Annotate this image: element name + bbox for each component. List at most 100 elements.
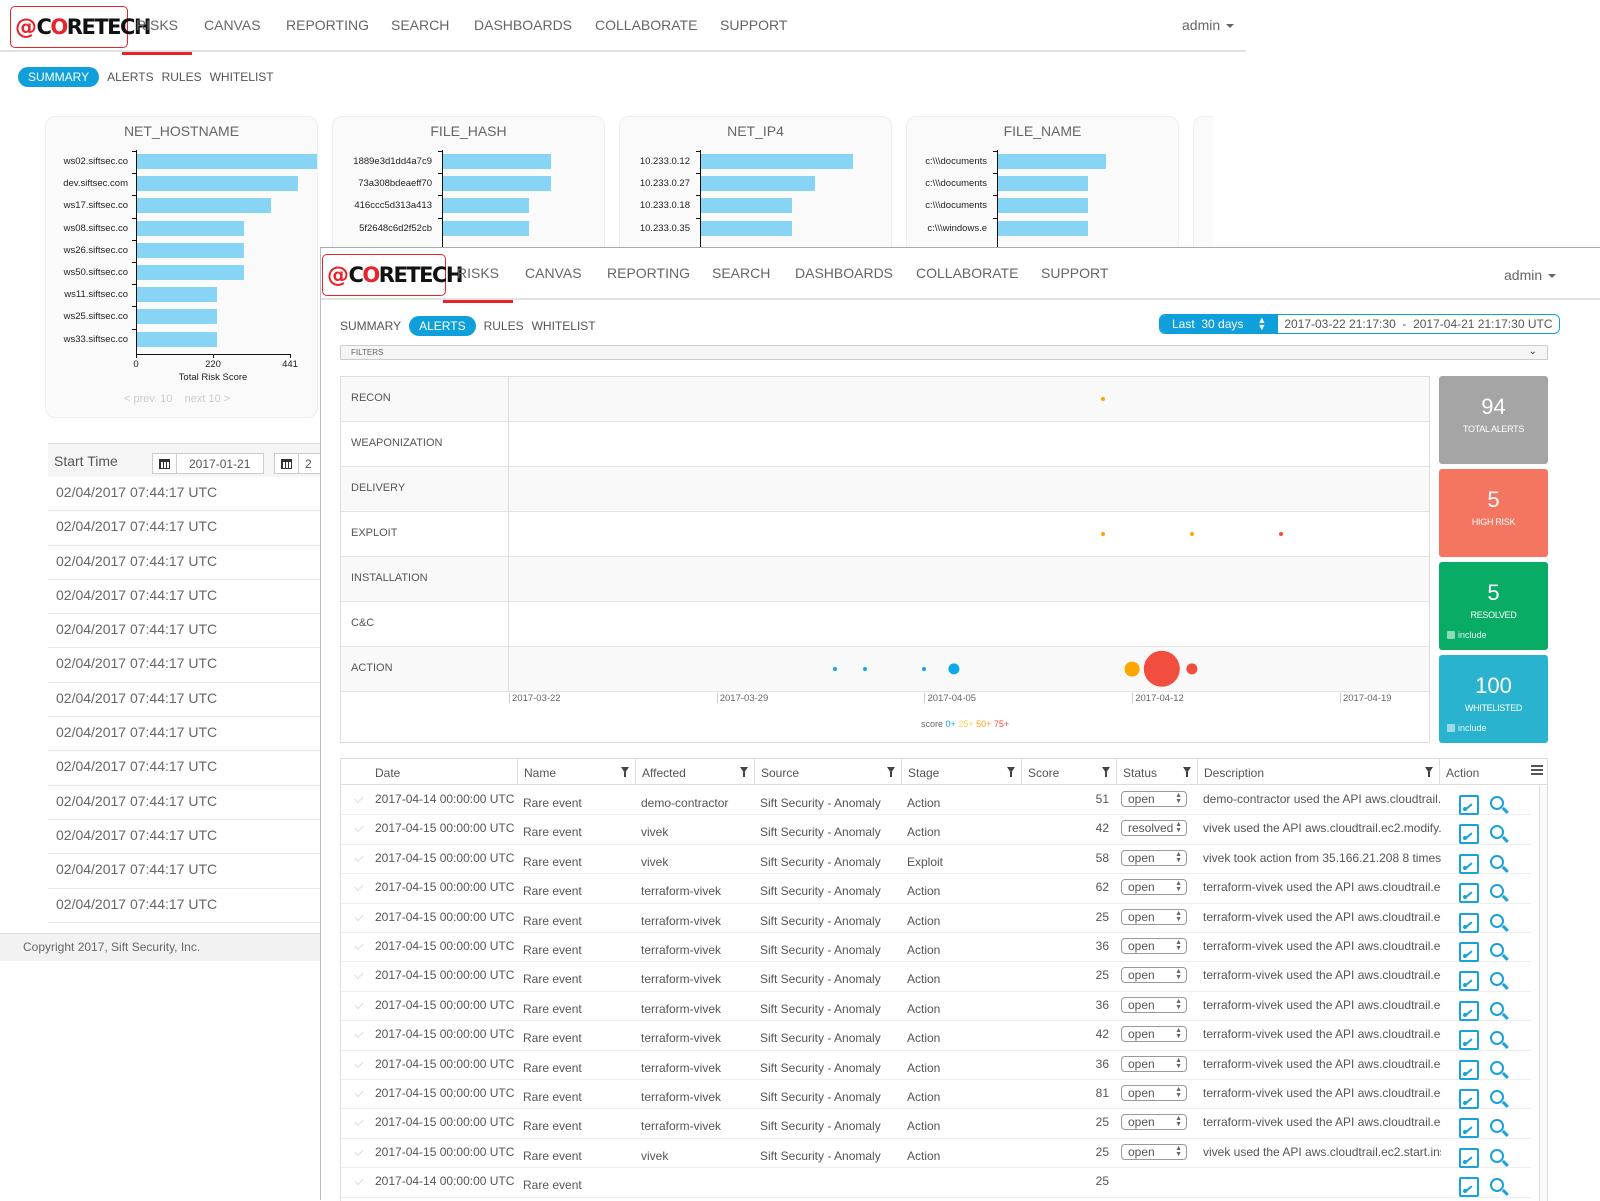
alert-row[interactable]: 2017-04-15 00:00:00 UTC Rare event terrafo… — [341, 962, 1531, 992]
check-icon[interactable] — [354, 1117, 364, 1127]
bar[interactable] — [137, 287, 218, 303]
range-text[interactable]: 2017-03-22 21:17:30 - 2017-04-21 21:17:3… — [1278, 315, 1559, 333]
status-select[interactable]: open ▲ ▼ — [1121, 791, 1187, 807]
alert-row[interactable]: 2017-04-15 00:00:00 UTC Rare event terrafo… — [341, 874, 1531, 904]
check-icon[interactable] — [354, 823, 364, 833]
search-icon[interactable] — [1490, 884, 1504, 899]
alert-row[interactable]: 2017-04-15 00:00:00 UTC Rare event terrafo… — [341, 1109, 1531, 1139]
bar[interactable] — [137, 154, 317, 169]
graph-icon[interactable] — [1459, 1030, 1479, 1051]
alert-row[interactable]: 2017-04-15 00:00:00 UTC Rare event terrafo… — [341, 1051, 1531, 1080]
search-icon[interactable] — [1490, 1090, 1504, 1104]
start-time-row[interactable]: 02/04/2017 07:44:17 UTC — [48, 580, 328, 615]
bar[interactable] — [443, 176, 551, 192]
timeline-point[interactable] — [1278, 532, 1283, 536]
search-icon[interactable] — [1490, 796, 1504, 810]
graph-icon[interactable] — [1459, 853, 1479, 874]
graph-icon[interactable] — [1459, 795, 1479, 815]
graph-icon[interactable] — [1459, 912, 1479, 933]
start-time-row[interactable]: 02/04/2017 07:44:17 UTC — [48, 854, 328, 889]
start-time-row[interactable]: 02/04/2017 07:44:17 UTC — [48, 614, 328, 649]
alert-row[interactable]: 2017-04-14 00:00:00 UTC Rare event demo-co… — [341, 786, 1531, 816]
graph-icon[interactable] — [1459, 824, 1479, 845]
filter-icon[interactable] — [1425, 767, 1433, 777]
start-time-row[interactable]: 02/04/2017 07:44:17 UTC — [48, 648, 328, 683]
alert-row[interactable]: 2017-04-15 00:00:00 UTC Rare event terrafo… — [341, 1080, 1531, 1110]
status-select[interactable]: open ▲ ▼ — [1121, 1055, 1187, 1072]
stat-whitelisted[interactable]: 100 WHITELISTED include — [1439, 655, 1548, 743]
subnav-whitelist[interactable]: WHITELIST — [532, 319, 596, 333]
start-time-row[interactable]: 02/04/2017 07:44:17 UTC — [48, 717, 328, 752]
nav-dashboards[interactable]: DASHBOARDS — [474, 17, 572, 33]
timeline-point[interactable] — [1100, 532, 1105, 536]
bar[interactable] — [998, 220, 1089, 236]
nav-search[interactable]: SEARCH — [712, 265, 770, 281]
include-checkbox[interactable]: include — [1447, 723, 1487, 733]
column-header-action[interactable]: Action — [1439, 759, 1547, 785]
graph-icon[interactable] — [1459, 1118, 1479, 1139]
status-select[interactable]: resolved ▲ ▼ — [1121, 820, 1187, 837]
start-time-row[interactable]: 02/04/2017 07:44:17 UTC — [48, 546, 328, 580]
bar[interactable] — [998, 198, 1089, 214]
check-icon[interactable] — [354, 911, 364, 921]
bar[interactable] — [137, 265, 245, 280]
nav-risks[interactable]: RISKS — [442, 265, 514, 303]
stat-total-alerts[interactable]: 94 TOTAL ALERTS — [1439, 376, 1548, 464]
next-10-link[interactable]: next 10 > — [185, 393, 231, 405]
status-select[interactable]: open ▲ ▼ — [1121, 1143, 1187, 1160]
filter-icon[interactable] — [887, 767, 895, 777]
timeline-point[interactable] — [1189, 532, 1194, 536]
check-icon[interactable] — [354, 999, 364, 1009]
search-icon[interactable] — [1490, 1031, 1504, 1046]
brand-logo[interactable]: @ C O RETECH — [322, 254, 463, 296]
start-time-row[interactable]: 02/04/2017 07:44:17 UTC — [48, 751, 328, 786]
calendar-icon-wrap[interactable] — [275, 454, 299, 473]
graph-icon[interactable] — [1459, 883, 1479, 904]
status-select[interactable]: open ▲ ▼ — [1121, 996, 1187, 1013]
column-header-source[interactable]: Source — [754, 759, 901, 785]
bar[interactable] — [701, 220, 793, 236]
timeline-point[interactable] — [1124, 661, 1140, 677]
nav-canvas[interactable]: CANVAS — [525, 265, 582, 281]
start-time-row[interactable]: 02/04/2017 07:44:17 UTC — [48, 477, 328, 512]
graph-icon[interactable] — [1459, 1059, 1479, 1080]
nav-reporting[interactable]: REPORTING — [286, 17, 369, 33]
graph-icon[interactable] — [1459, 1000, 1479, 1021]
subnav-summary[interactable]: SUMMARY — [340, 319, 401, 333]
check-icon[interactable] — [354, 940, 364, 951]
start-time-row[interactable]: 02/04/2017 07:44:17 UTC — [48, 820, 328, 855]
status-select[interactable]: open ▲ ▼ — [1121, 849, 1187, 866]
status-select[interactable]: open ▲ ▼ — [1121, 1085, 1187, 1101]
bar[interactable] — [137, 331, 218, 347]
subnav-rules[interactable]: RULES — [162, 70, 202, 84]
subnav-alerts[interactable]: ALERTS — [107, 70, 153, 84]
bar[interactable] — [998, 154, 1106, 169]
alert-row[interactable]: 2017-04-15 00:00:00 UTC Rare event vivek Si… — [341, 845, 1531, 875]
stat-resolved[interactable]: 5 RESOLVED include — [1439, 562, 1548, 650]
search-icon[interactable] — [1490, 1001, 1504, 1016]
bar[interactable] — [701, 176, 815, 192]
column-header-name[interactable]: Name — [517, 759, 635, 785]
subnav-alerts[interactable]: ALERTS — [409, 316, 476, 336]
range-preset-select[interactable]: Last 30 days ▲ ▼ — [1160, 315, 1279, 333]
nav-support[interactable]: SUPPORT — [720, 17, 787, 33]
alert-row[interactable]: 2017-04-15 00:00:00 UTC Rare event vivek Si… — [341, 1139, 1531, 1169]
bar[interactable] — [701, 198, 793, 214]
graph-icon[interactable] — [1459, 1147, 1479, 1168]
graph-icon[interactable] — [1459, 971, 1479, 992]
start-time-row[interactable]: 02/04/2017 07:44:17 UTC — [48, 511, 328, 546]
timeline-point[interactable] — [833, 667, 838, 671]
column-header-score[interactable]: Score — [1021, 759, 1116, 785]
check-icon[interactable] — [354, 1176, 364, 1186]
start-time-row[interactable]: 02/04/2017 07:44:17 UTC — [48, 683, 328, 718]
graph-icon[interactable] — [1459, 1177, 1479, 1198]
nav-dashboards[interactable]: DASHBOARDS — [795, 265, 893, 281]
timeline-point[interactable] — [922, 667, 927, 671]
status-select[interactable]: open ▲ ▼ — [1121, 908, 1187, 925]
bar[interactable] — [137, 242, 245, 258]
bar[interactable] — [137, 309, 218, 325]
bar[interactable] — [443, 220, 530, 236]
search-icon[interactable] — [1490, 1119, 1504, 1134]
bar[interactable] — [137, 198, 271, 214]
filter-icon[interactable] — [1183, 767, 1191, 777]
